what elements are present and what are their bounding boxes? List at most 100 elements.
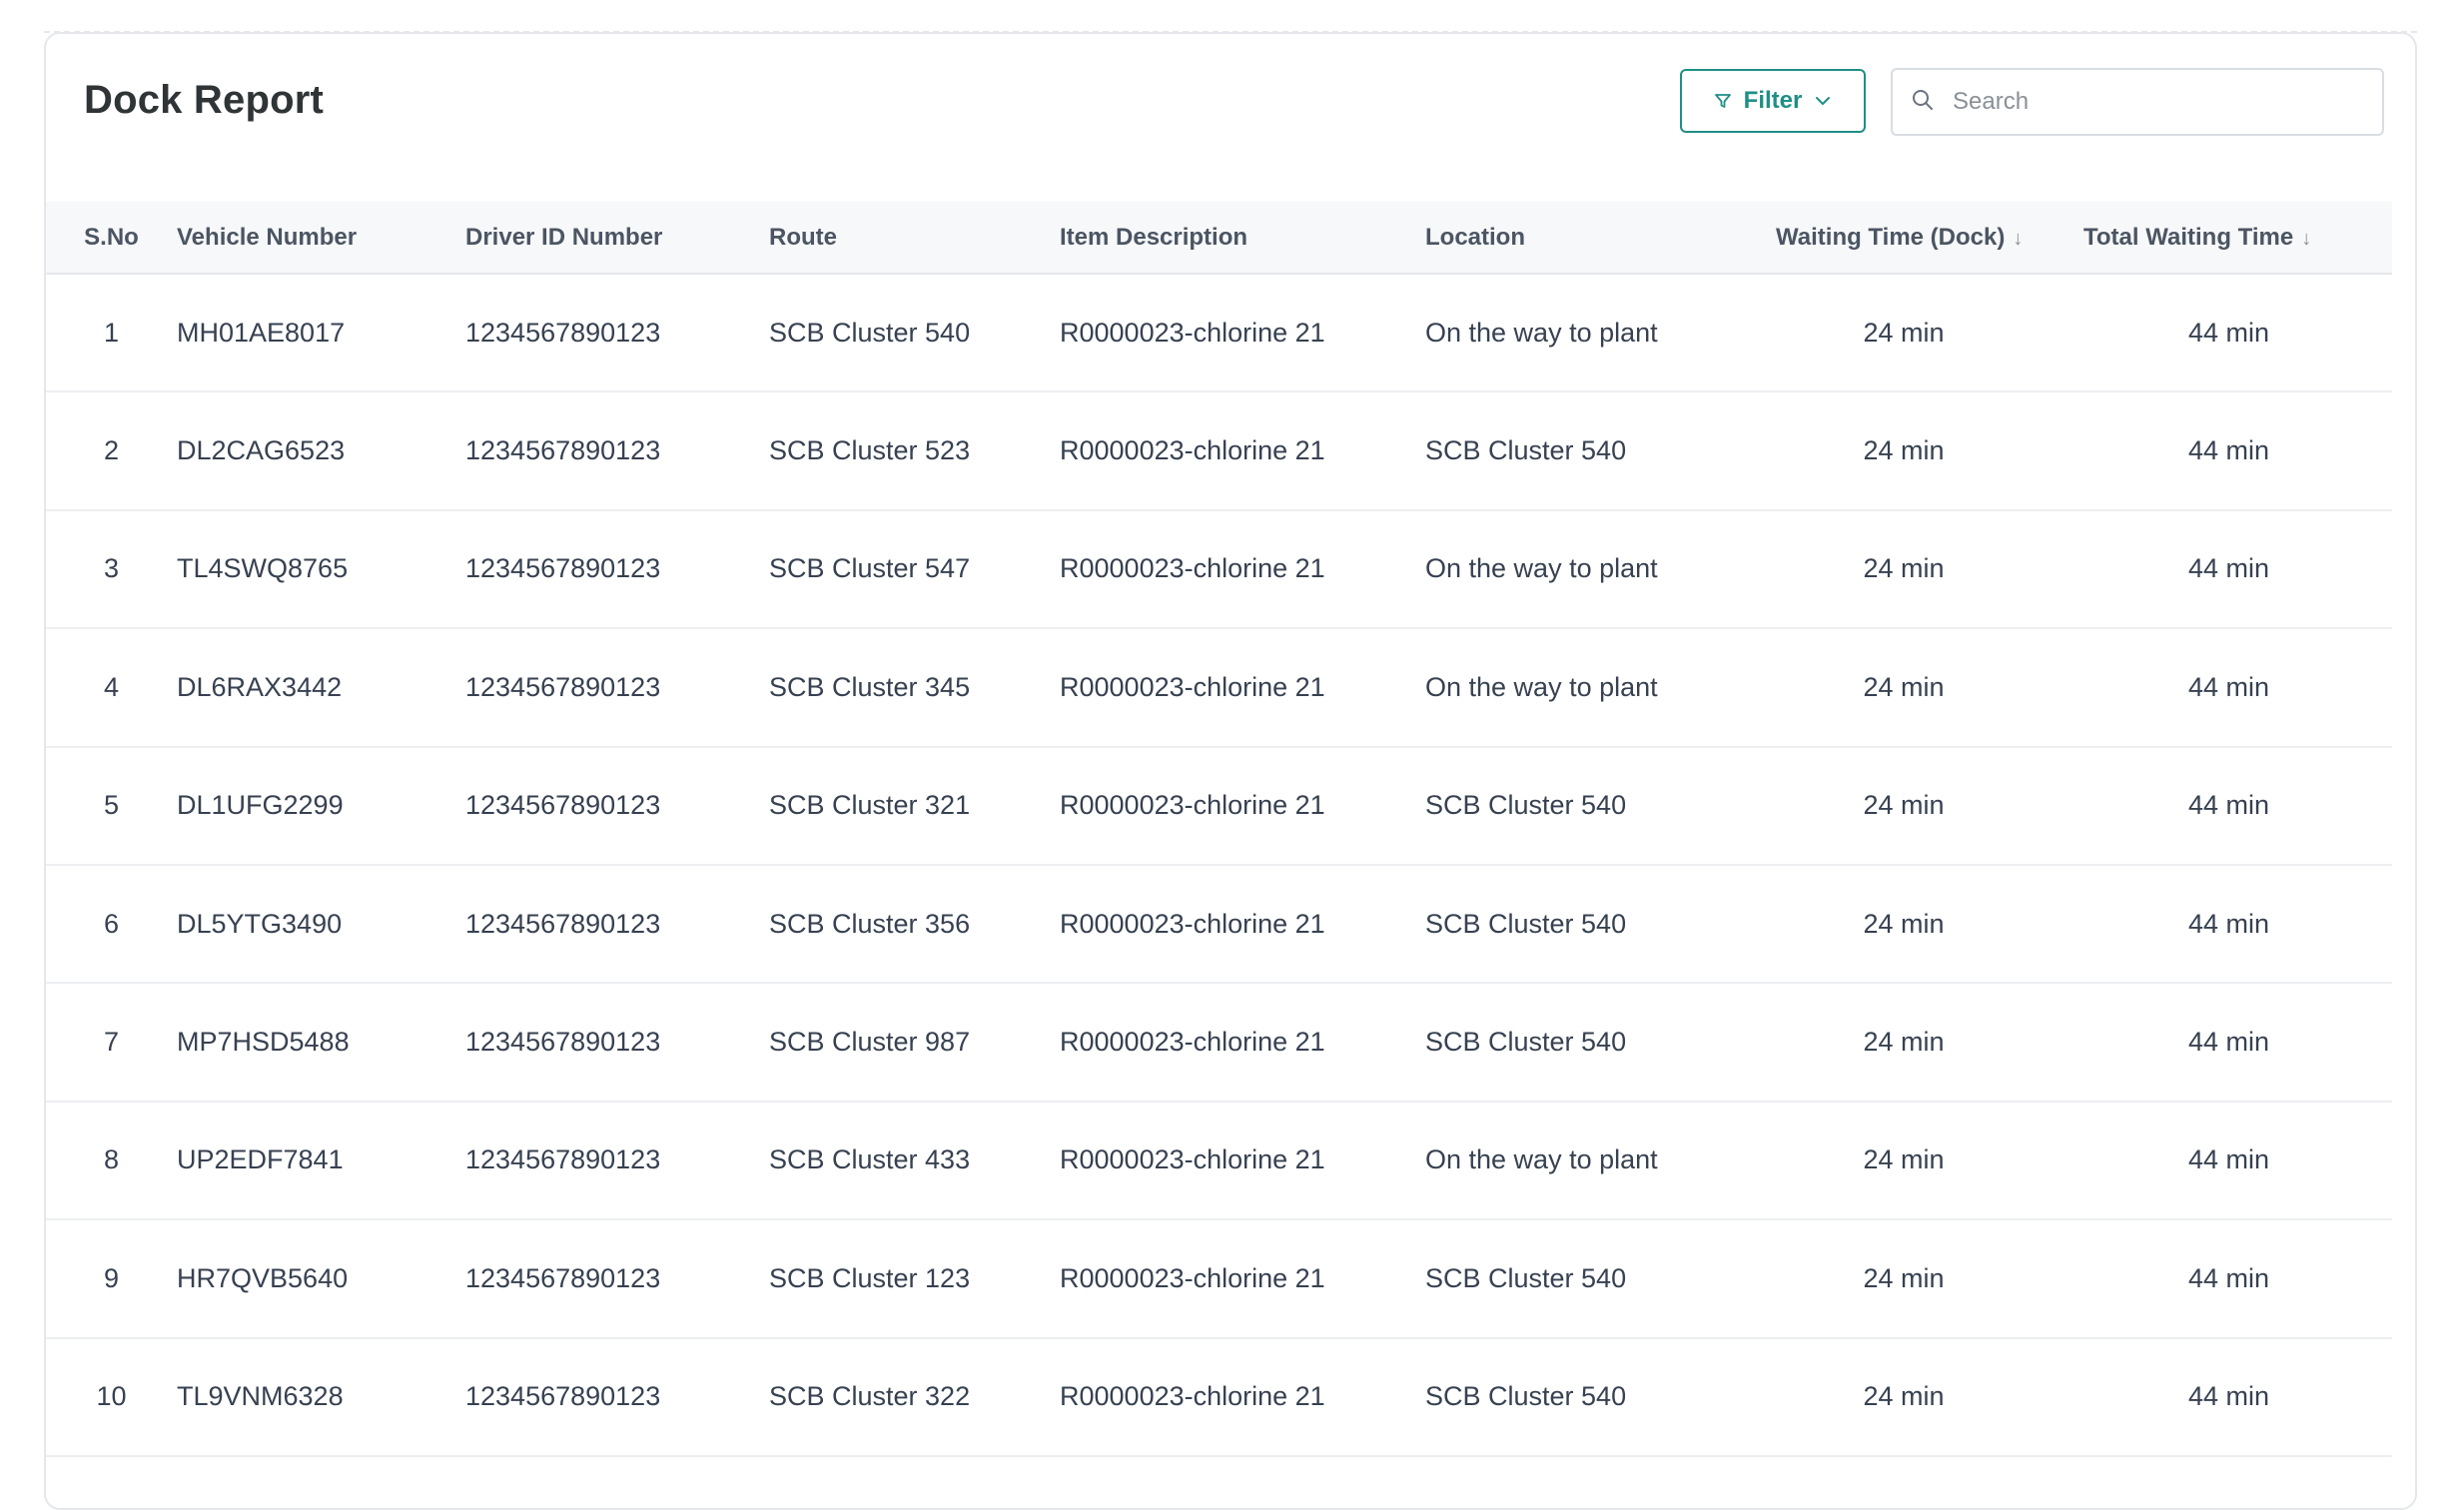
table-row[interactable]: 8 UP2EDF7841 1234567890123 SCB Cluster 433 R… xyxy=(46,1101,2392,1221)
column-header-label: Driver ID Number xyxy=(465,223,663,251)
cell-vehicle-number: MH01AE8017 xyxy=(177,274,465,393)
cell-route: SCB Cluster 322 xyxy=(769,1337,1060,1457)
cell-vehicle-number: MP7HSD5488 xyxy=(177,983,465,1103)
cell-sno: 5 xyxy=(46,746,177,866)
cell-total-waiting-time: 44 min xyxy=(2065,1219,2392,1339)
search-input[interactable] xyxy=(1951,87,2374,117)
cell-vehicle-number: HR7QVB5640 xyxy=(177,1219,465,1339)
cell-item-description: R0000023-chlorine 21 xyxy=(1060,1337,1425,1457)
cell-sno: 2 xyxy=(46,391,177,511)
table-row[interactable]: 7 MP7HSD5488 1234567890123 SCB Cluster 987 R… xyxy=(46,983,2392,1103)
cell-waiting-time-dock: 24 min xyxy=(1742,746,2065,866)
cell-driver-id-number: 1234567890123 xyxy=(465,1101,769,1221)
column-header-label: Waiting Time (Dock) xyxy=(1776,223,2006,251)
cell-total-waiting-time: 44 min xyxy=(2065,1337,2392,1457)
cell-driver-id-number: 1234567890123 xyxy=(465,628,769,748)
cell-item-description: R0000023-chlorine 21 xyxy=(1060,746,1425,866)
cell-waiting-time-dock: 24 min xyxy=(1742,509,2065,630)
cell-vehicle-number: TL9VNM6328 xyxy=(177,1337,465,1457)
cell-route: SCB Cluster 987 xyxy=(769,983,1060,1103)
cell-driver-id-number: 1234567890123 xyxy=(465,509,769,630)
table-row[interactable]: 6 DL5YTG3490 1234567890123 SCB Cluster 356 R… xyxy=(46,864,2392,985)
cell-sno: 4 xyxy=(46,628,177,748)
cell-item-description: R0000023-chlorine 21 xyxy=(1060,1219,1425,1339)
search-box xyxy=(1891,68,2384,136)
cell-sno: 3 xyxy=(46,509,177,630)
column-header-route: Route xyxy=(769,202,1060,275)
arrow-down-icon: ↓ xyxy=(2013,227,2024,250)
cell-waiting-time-dock: 24 min xyxy=(1742,391,2065,511)
cell-total-waiting-time: 44 min xyxy=(2065,983,2392,1103)
cell-waiting-time-dock: 24 min xyxy=(1742,1337,2065,1457)
cell-location: On the way to plant xyxy=(1425,628,1742,748)
cell-route: SCB Cluster 356 xyxy=(769,864,1060,985)
cell-location: SCB Cluster 540 xyxy=(1425,1219,1742,1339)
cell-driver-id-number: 1234567890123 xyxy=(465,864,769,985)
table-row[interactable]: 1 MH01AE8017 1234567890123 SCB Cluster 540 R… xyxy=(46,274,2392,393)
column-header-label: Item Description xyxy=(1060,223,1248,251)
cell-location: SCB Cluster 540 xyxy=(1425,746,1742,866)
cell-item-description: R0000023-chlorine 21 xyxy=(1060,983,1425,1103)
cell-vehicle-number: DL5YTG3490 xyxy=(177,864,465,985)
column-header-waiting-time-dock[interactable]: Waiting Time (Dock) ↓ xyxy=(1742,202,2065,275)
cell-vehicle-number: DL1UFG2299 xyxy=(177,746,465,866)
filter-button-label: Filter xyxy=(1743,87,1803,114)
table-row[interactable]: 4 DL6RAX3442 1234567890123 SCB Cluster 345 R… xyxy=(46,628,2392,748)
cell-item-description: R0000023-chlorine 21 xyxy=(1060,509,1425,630)
cell-route: SCB Cluster 540 xyxy=(769,274,1060,393)
cell-sno: 10 xyxy=(46,1337,177,1457)
cell-item-description: R0000023-chlorine 21 xyxy=(1060,628,1425,748)
cell-route: SCB Cluster 123 xyxy=(769,1219,1060,1339)
column-header-label: Total Waiting Time xyxy=(2083,223,2294,251)
cell-vehicle-number: DL2CAG6523 xyxy=(177,391,465,511)
cell-driver-id-number: 1234567890123 xyxy=(465,391,769,511)
cell-vehicle-number: DL6RAX3442 xyxy=(177,628,465,748)
dock-report-card: Dock Report Filter Search S.No Vehicle N… xyxy=(44,32,2417,1510)
cell-driver-id-number: 1234567890123 xyxy=(465,1219,769,1339)
table-row[interactable]: 10 TL9VNM6328 1234567890123 SCB Cluster 322… xyxy=(46,1337,2392,1457)
cell-location: SCB Cluster 540 xyxy=(1425,391,1742,511)
table-row[interactable]: 3 TL4SWQ8765 1234567890123 SCB Cluster 547 R… xyxy=(46,509,2392,630)
column-header-sno: S.No xyxy=(46,202,177,275)
column-header-driver-id-number: Driver ID Number xyxy=(465,202,769,275)
cell-route: SCB Cluster 321 xyxy=(769,746,1060,866)
cell-total-waiting-time: 44 min xyxy=(2065,274,2392,393)
cell-sno: 9 xyxy=(46,1219,177,1339)
cell-sno: 8 xyxy=(46,1101,177,1221)
cell-waiting-time-dock: 24 min xyxy=(1742,1219,2065,1339)
column-header-label: S.No xyxy=(84,223,139,251)
column-header-location: Location xyxy=(1425,202,1742,275)
filter-button[interactable]: Filter xyxy=(1680,69,1866,133)
cell-waiting-time-dock: 24 min xyxy=(1742,628,2065,748)
cell-waiting-time-dock: 24 min xyxy=(1742,864,2065,985)
column-header-total-waiting-time[interactable]: Total Waiting Time ↓ xyxy=(2065,202,2392,275)
table-row[interactable]: 9 HR7QVB5640 1234567890123 SCB Cluster 123 R… xyxy=(46,1219,2392,1339)
cell-total-waiting-time: 44 min xyxy=(2065,746,2392,866)
search-icon xyxy=(1911,88,1935,117)
cell-location: On the way to plant xyxy=(1425,1101,1742,1221)
cell-item-description: R0000023-chlorine 21 xyxy=(1060,1101,1425,1221)
cell-sno: 1 xyxy=(46,274,177,393)
cell-total-waiting-time: 44 min xyxy=(2065,864,2392,985)
dock-report-table: S.No Vehicle Number Driver ID Number Route I… xyxy=(46,202,2392,1457)
column-header-vehicle-number: Vehicle Number xyxy=(177,202,465,275)
cell-route: SCB Cluster 345 xyxy=(769,628,1060,748)
cell-total-waiting-time: 44 min xyxy=(2065,1101,2392,1221)
column-header-label: Route xyxy=(769,223,837,251)
arrow-down-icon: ↓ xyxy=(2301,227,2312,250)
page-title: Dock Report xyxy=(84,78,325,122)
cell-vehicle-number: UP2EDF7841 xyxy=(177,1101,465,1221)
cell-driver-id-number: 1234567890123 xyxy=(465,983,769,1103)
column-header-item-description: Item Description xyxy=(1060,202,1425,275)
cell-item-description: R0000023-chlorine 21 xyxy=(1060,274,1425,393)
table-header-row: S.No Vehicle Number Driver ID Number Route I… xyxy=(46,202,2392,275)
cell-location: SCB Cluster 540 xyxy=(1425,864,1742,985)
cell-waiting-time-dock: 24 min xyxy=(1742,274,2065,393)
table-row[interactable]: 5 DL1UFG2299 1234567890123 SCB Cluster 321 R… xyxy=(46,746,2392,866)
cell-sno: 6 xyxy=(46,864,177,985)
cell-item-description: R0000023-chlorine 21 xyxy=(1060,391,1425,511)
funnel-icon xyxy=(1714,92,1732,110)
table-row[interactable]: 2 DL2CAG6523 1234567890123 SCB Cluster 523 R… xyxy=(46,391,2392,511)
cell-vehicle-number: TL4SWQ8765 xyxy=(177,509,465,630)
cell-total-waiting-time: 44 min xyxy=(2065,391,2392,511)
